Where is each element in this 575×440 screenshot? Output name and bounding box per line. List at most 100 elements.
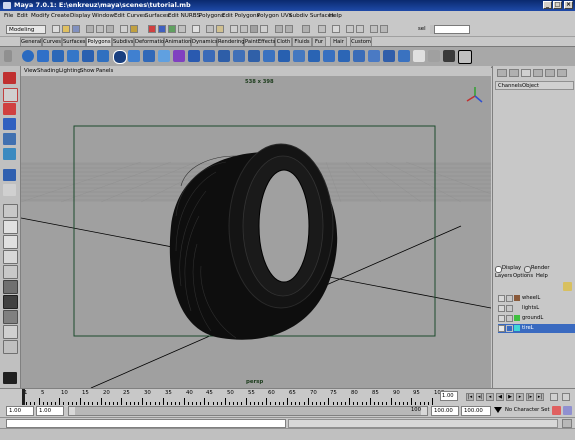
snap-curve-icon[interactable] <box>158 25 166 33</box>
channel-box-toggle-icon[interactable] <box>497 69 507 77</box>
close-button[interactable]: × <box>564 1 573 9</box>
input-field-mode-icon[interactable] <box>275 25 283 33</box>
shelf-tab-deformation[interactable]: Deformation <box>134 37 167 46</box>
channel-only-toggle-icon[interactable] <box>557 69 567 77</box>
step-back-key-button[interactable]: ◂| <box>476 393 484 401</box>
manipulator-tool-icon[interactable] <box>3 148 16 160</box>
name-field-mode-icon[interactable] <box>285 25 293 33</box>
four-view-layout-icon[interactable] <box>3 235 18 249</box>
extrude-face-icon[interactable] <box>203 50 215 62</box>
scale-tool-icon[interactable] <box>3 133 16 145</box>
single-perspective-layout-icon[interactable] <box>3 220 18 234</box>
construction-history-icon[interactable] <box>216 25 224 33</box>
menu-edit[interactable]: Edit <box>17 13 28 19</box>
history-icon[interactable] <box>206 25 214 33</box>
menu-edit-polygons[interactable]: Edit Polygons <box>222 13 260 19</box>
channel-menu-channels[interactable]: Channels <box>498 83 522 89</box>
quick-select-3-icon[interactable] <box>370 25 378 33</box>
poly-torus-icon[interactable] <box>97 50 109 62</box>
sel-field-icon[interactable] <box>332 25 340 33</box>
layer-type-toggle[interactable] <box>506 305 513 312</box>
make-live-icon[interactable] <box>192 25 200 33</box>
channel-layer-toggle-icon[interactable] <box>533 69 543 77</box>
rename-icon[interactable] <box>302 25 310 33</box>
current-time-indicator[interactable] <box>22 389 25 406</box>
snap-grid-icon[interactable] <box>148 25 156 33</box>
tool-settings-toggle-icon[interactable] <box>521 69 531 77</box>
reverse-normals-icon[interactable] <box>368 50 380 62</box>
fill-hole-icon[interactable] <box>353 50 365 62</box>
layer-visibility-toggle[interactable] <box>498 325 505 332</box>
range-bar[interactable]: 100 <box>68 406 428 416</box>
go-to-end-button[interactable]: ▸| <box>536 393 544 401</box>
viewport-menu-view[interactable]: View <box>24 68 37 74</box>
layer-only-toggle-icon[interactable] <box>545 69 555 77</box>
menu-modify[interactable]: Modify <box>31 13 50 19</box>
shelf-tab-hair[interactable]: Hair <box>330 37 347 46</box>
bevel-icon[interactable] <box>263 50 275 62</box>
time-slider[interactable]: 1510152025303540455055606570758085909510… <box>0 388 575 406</box>
graph-layout-icon[interactable] <box>3 310 18 324</box>
snap-view-plane-icon[interactable] <box>178 25 186 33</box>
play-forwards-button[interactable]: ▶ <box>506 393 514 401</box>
save-scene-icon[interactable] <box>72 25 80 33</box>
layer-type-toggle[interactable] <box>506 315 513 322</box>
maximize-button[interactable]: □ <box>553 1 562 9</box>
shelf-tab-animation[interactable]: Animation <box>164 37 191 46</box>
shelf-tab-custom[interactable]: Custom <box>350 37 372 46</box>
rotate-tool-icon[interactable] <box>3 118 16 130</box>
menu-surfaces[interactable]: Surfaces <box>145 13 169 19</box>
viewport-menu-show[interactable]: Show <box>80 68 95 74</box>
menu-display[interactable]: Display <box>70 13 91 19</box>
time-slider-track[interactable]: 1510152025303540455055606570758085909510… <box>22 389 444 406</box>
layer-row-wheel[interactable]: wheelL <box>498 294 575 303</box>
range-handle-end[interactable] <box>421 407 427 415</box>
menu-edit-curves[interactable]: Edit Curves <box>114 13 146 19</box>
select-hierarchy-icon[interactable] <box>86 25 94 33</box>
new-scene-icon[interactable] <box>52 25 60 33</box>
checker-icon[interactable] <box>413 50 425 62</box>
step-forward-frame-button[interactable]: ▸ <box>516 393 524 401</box>
render-layout-icon[interactable] <box>3 295 18 309</box>
wedge-faces-icon[interactable] <box>293 50 305 62</box>
layer-menu-options[interactable]: Options <box>513 273 533 279</box>
shelf-tab-painteffects[interactable]: PaintEffects <box>244 37 275 46</box>
minimize-button[interactable]: _ <box>543 1 552 9</box>
menu-edit-nurbs[interactable]: Edit NURBS <box>168 13 200 19</box>
sel-input[interactable] <box>434 25 470 34</box>
character-set-label[interactable]: No Character Set <box>505 407 549 413</box>
select-by-name-icon[interactable] <box>318 25 326 33</box>
layer-type-toggle[interactable] <box>506 295 513 302</box>
shelf-menu-icon[interactable] <box>4 50 12 62</box>
render-radio[interactable] <box>524 266 531 273</box>
command-input[interactable] <box>6 419 286 428</box>
layer-menu-layers[interactable]: Layers <box>495 273 512 279</box>
shelf-tab-surfaces[interactable]: Surfaces <box>62 37 86 46</box>
move-tool-icon[interactable] <box>3 103 16 115</box>
mask-joints-icon[interactable] <box>130 25 138 33</box>
uv-editor-icon[interactable] <box>428 50 440 62</box>
extrude-edge-icon[interactable] <box>218 50 230 62</box>
step-back-frame-button[interactable]: ◂ <box>486 393 494 401</box>
create-layer-icon[interactable] <box>563 282 572 291</box>
attribute-editor-toggle-icon[interactable] <box>509 69 519 77</box>
poly-selected-icon[interactable] <box>113 50 127 64</box>
character-set-icon[interactable] <box>563 406 572 415</box>
outliner-layout-icon[interactable] <box>3 325 18 339</box>
append-poly-icon[interactable] <box>338 50 350 62</box>
shelf-tab-curves[interactable]: Curves <box>42 37 62 46</box>
quick-select-4-icon[interactable] <box>380 25 388 33</box>
shelf-tab-subdivs[interactable]: Subdivs <box>112 37 134 46</box>
layer-visibility-toggle[interactable] <box>498 315 505 322</box>
go-to-start-button[interactable]: |◂ <box>466 393 474 401</box>
menu-window[interactable]: Window <box>92 13 114 19</box>
menu-polygon-uvs[interactable]: Polygon UVs <box>257 13 292 19</box>
smooth-icon[interactable] <box>188 50 200 62</box>
hypershade-layout-icon[interactable] <box>3 280 18 294</box>
mask-handles-icon[interactable] <box>120 25 128 33</box>
shelf-tab-rendering[interactable]: Rendering <box>217 37 245 46</box>
script-layout-icon[interactable] <box>3 340 18 354</box>
merge-vertices-icon[interactable] <box>278 50 290 62</box>
separate-icon[interactable] <box>143 50 155 62</box>
view-cube-axis-icon[interactable] <box>466 87 483 103</box>
